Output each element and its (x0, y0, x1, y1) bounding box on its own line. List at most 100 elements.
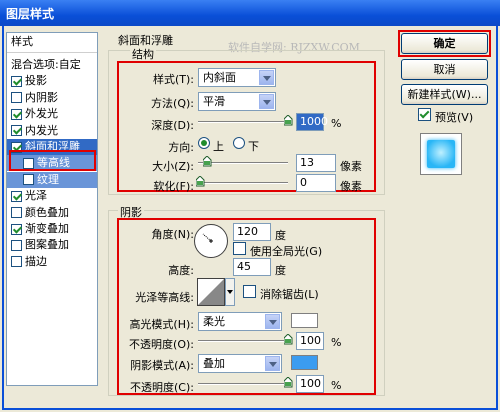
highlight-mode-label: 高光模式(H): (129, 318, 194, 331)
shading-title: 阴影 (118, 204, 144, 220)
highlight-color-swatch[interactable] (291, 313, 318, 328)
style-checkbox[interactable] (11, 256, 22, 268)
style-list-label: 斜面和浮雕 (25, 140, 80, 153)
angle-dial-icon (202, 233, 213, 243)
soften-slider-track[interactable] (198, 182, 288, 184)
shadow-opacity-input[interactable]: 100 (296, 375, 324, 393)
chevron-down-icon (259, 94, 274, 109)
direction-up-label[interactable]: 上 (213, 138, 224, 154)
antialias-checkbox[interactable] (243, 285, 256, 298)
style-checkbox[interactable] (11, 108, 22, 120)
gloss-contour-dropdown[interactable] (225, 278, 235, 306)
style-checkbox[interactable] (11, 141, 22, 153)
style-list-item[interactable]: 内发光 (7, 123, 97, 139)
style-preview-tile (427, 140, 455, 168)
style-list-header[interactable]: 样式 (7, 33, 97, 53)
soften-input[interactable]: 0 (296, 174, 336, 192)
depth-label: 深度(D): (151, 119, 194, 132)
depth-input[interactable]: 1000 (296, 113, 328, 131)
style-checkbox[interactable] (23, 174, 34, 186)
shadow-opacity-thumb[interactable] (284, 377, 293, 388)
preview-label[interactable]: 预览(V) (435, 109, 473, 125)
shadow-opacity-track[interactable] (198, 383, 288, 385)
style-checkbox[interactable] (11, 190, 22, 202)
style-checkbox[interactable] (11, 207, 22, 219)
shadow-opacity-unit: % (331, 379, 342, 392)
direction-label: 方向: (168, 141, 194, 154)
style-checkbox[interactable] (11, 75, 22, 87)
highlight-mode-select[interactable]: 柔光 (198, 312, 282, 331)
size-input[interactable]: 13 (296, 154, 336, 172)
size-slider-thumb[interactable] (203, 156, 212, 167)
style-checkbox[interactable] (11, 223, 22, 235)
style-list-item[interactable]: 混合选项:自定 (7, 57, 97, 73)
altitude-unit: 度 (275, 264, 286, 277)
style-list-item[interactable]: 描边 (7, 254, 97, 270)
style-label: 样式(T): (152, 73, 194, 86)
bevel-style-select[interactable]: 内斜面 (198, 68, 276, 87)
shadow-color-swatch[interactable] (291, 355, 318, 370)
shadow-mode-value: 叠加 (203, 357, 225, 370)
style-list-item[interactable]: 投影 (7, 73, 97, 89)
direction-down-label[interactable]: 下 (248, 138, 259, 154)
gloss-contour-label: 光泽等高线: (135, 291, 194, 304)
style-list[interactable]: 样式 混合选项:自定 投影内阴影外发光内发光斜面和浮雕等高线 纹理光泽颜色叠加 渐变叠… (6, 32, 98, 386)
angle-input[interactable]: 120 (233, 223, 271, 241)
style-list-item[interactable]: 内阴影 (7, 90, 97, 106)
style-list-label: 光泽 (25, 189, 47, 203)
global-light-checkbox[interactable] (233, 242, 246, 255)
direction-down-radio[interactable] (233, 137, 245, 149)
shadow-mode-label: 阴影模式(A): (130, 359, 194, 372)
angle-label: 角度(N): (151, 228, 194, 241)
highlight-opacity-thumb[interactable] (284, 334, 293, 345)
style-list-item[interactable]: 等高线 (7, 155, 97, 172)
style-list-item[interactable]: 渐变叠加 (7, 221, 97, 237)
antialias-label[interactable]: 消除锯齿(L) (260, 286, 319, 302)
style-list-label: 内发光 (25, 123, 58, 137)
style-list-item[interactable]: 纹理 (7, 171, 97, 188)
chevron-down-icon (259, 70, 274, 85)
window-title: 图层样式 (6, 7, 55, 21)
highlight-opacity-label: 不透明度(O): (129, 338, 194, 351)
style-list-item[interactable]: 图案叠加 (7, 237, 97, 253)
technique-select[interactable]: 平滑 (198, 92, 276, 111)
gloss-contour-preview[interactable] (197, 278, 225, 306)
preview-checkbox[interactable] (418, 108, 431, 121)
global-light-label[interactable]: 使用全局光(G) (250, 243, 322, 259)
highlight-opacity-track[interactable] (198, 340, 288, 342)
angle-dial[interactable] (194, 224, 228, 258)
depth-slider-track[interactable] (198, 121, 288, 123)
style-list-item[interactable]: 斜面和浮雕 (7, 139, 97, 155)
style-list-label: 渐变叠加 (25, 222, 69, 235)
soften-label: 软化(F): (153, 180, 194, 193)
style-list-label: 描边 (25, 254, 47, 268)
cancel-button[interactable]: 取消 (401, 59, 488, 80)
style-checkbox[interactable] (11, 92, 22, 104)
style-list-item[interactable]: 光泽 (7, 188, 97, 204)
style-list-label: 纹理 (37, 172, 59, 186)
highlight-opacity-input[interactable]: 100 (296, 332, 324, 350)
style-list-label: 图案叠加 (25, 238, 69, 252)
title-bar: 图层样式 (0, 0, 500, 26)
altitude-input[interactable]: 45 (233, 258, 271, 276)
structure-title: 结构 (130, 46, 156, 62)
depth-slider-thumb[interactable] (284, 115, 293, 126)
style-checkbox[interactable] (11, 239, 22, 251)
style-list-item[interactable]: 颜色叠加 (7, 205, 97, 221)
new-style-button[interactable]: 新建样式(W)... (401, 84, 488, 105)
style-checkbox[interactable] (11, 125, 22, 137)
style-preview-box (420, 133, 462, 175)
chevron-down-icon (265, 356, 280, 371)
highlight-mode-value: 柔光 (203, 315, 225, 328)
bevel-style-value: 内斜面 (203, 71, 236, 84)
ok-button[interactable]: 确定 (401, 33, 488, 54)
style-list-label: 外发光 (25, 107, 58, 121)
style-list-label: 投影 (25, 74, 47, 88)
angle-unit: 度 (275, 229, 286, 242)
soften-slider-thumb[interactable] (196, 176, 205, 187)
style-list-label: 内阴影 (25, 90, 58, 104)
direction-up-radio[interactable] (198, 137, 210, 149)
shadow-mode-select[interactable]: 叠加 (198, 354, 282, 373)
style-list-item[interactable]: 外发光 (7, 106, 97, 122)
style-checkbox[interactable] (23, 157, 34, 169)
